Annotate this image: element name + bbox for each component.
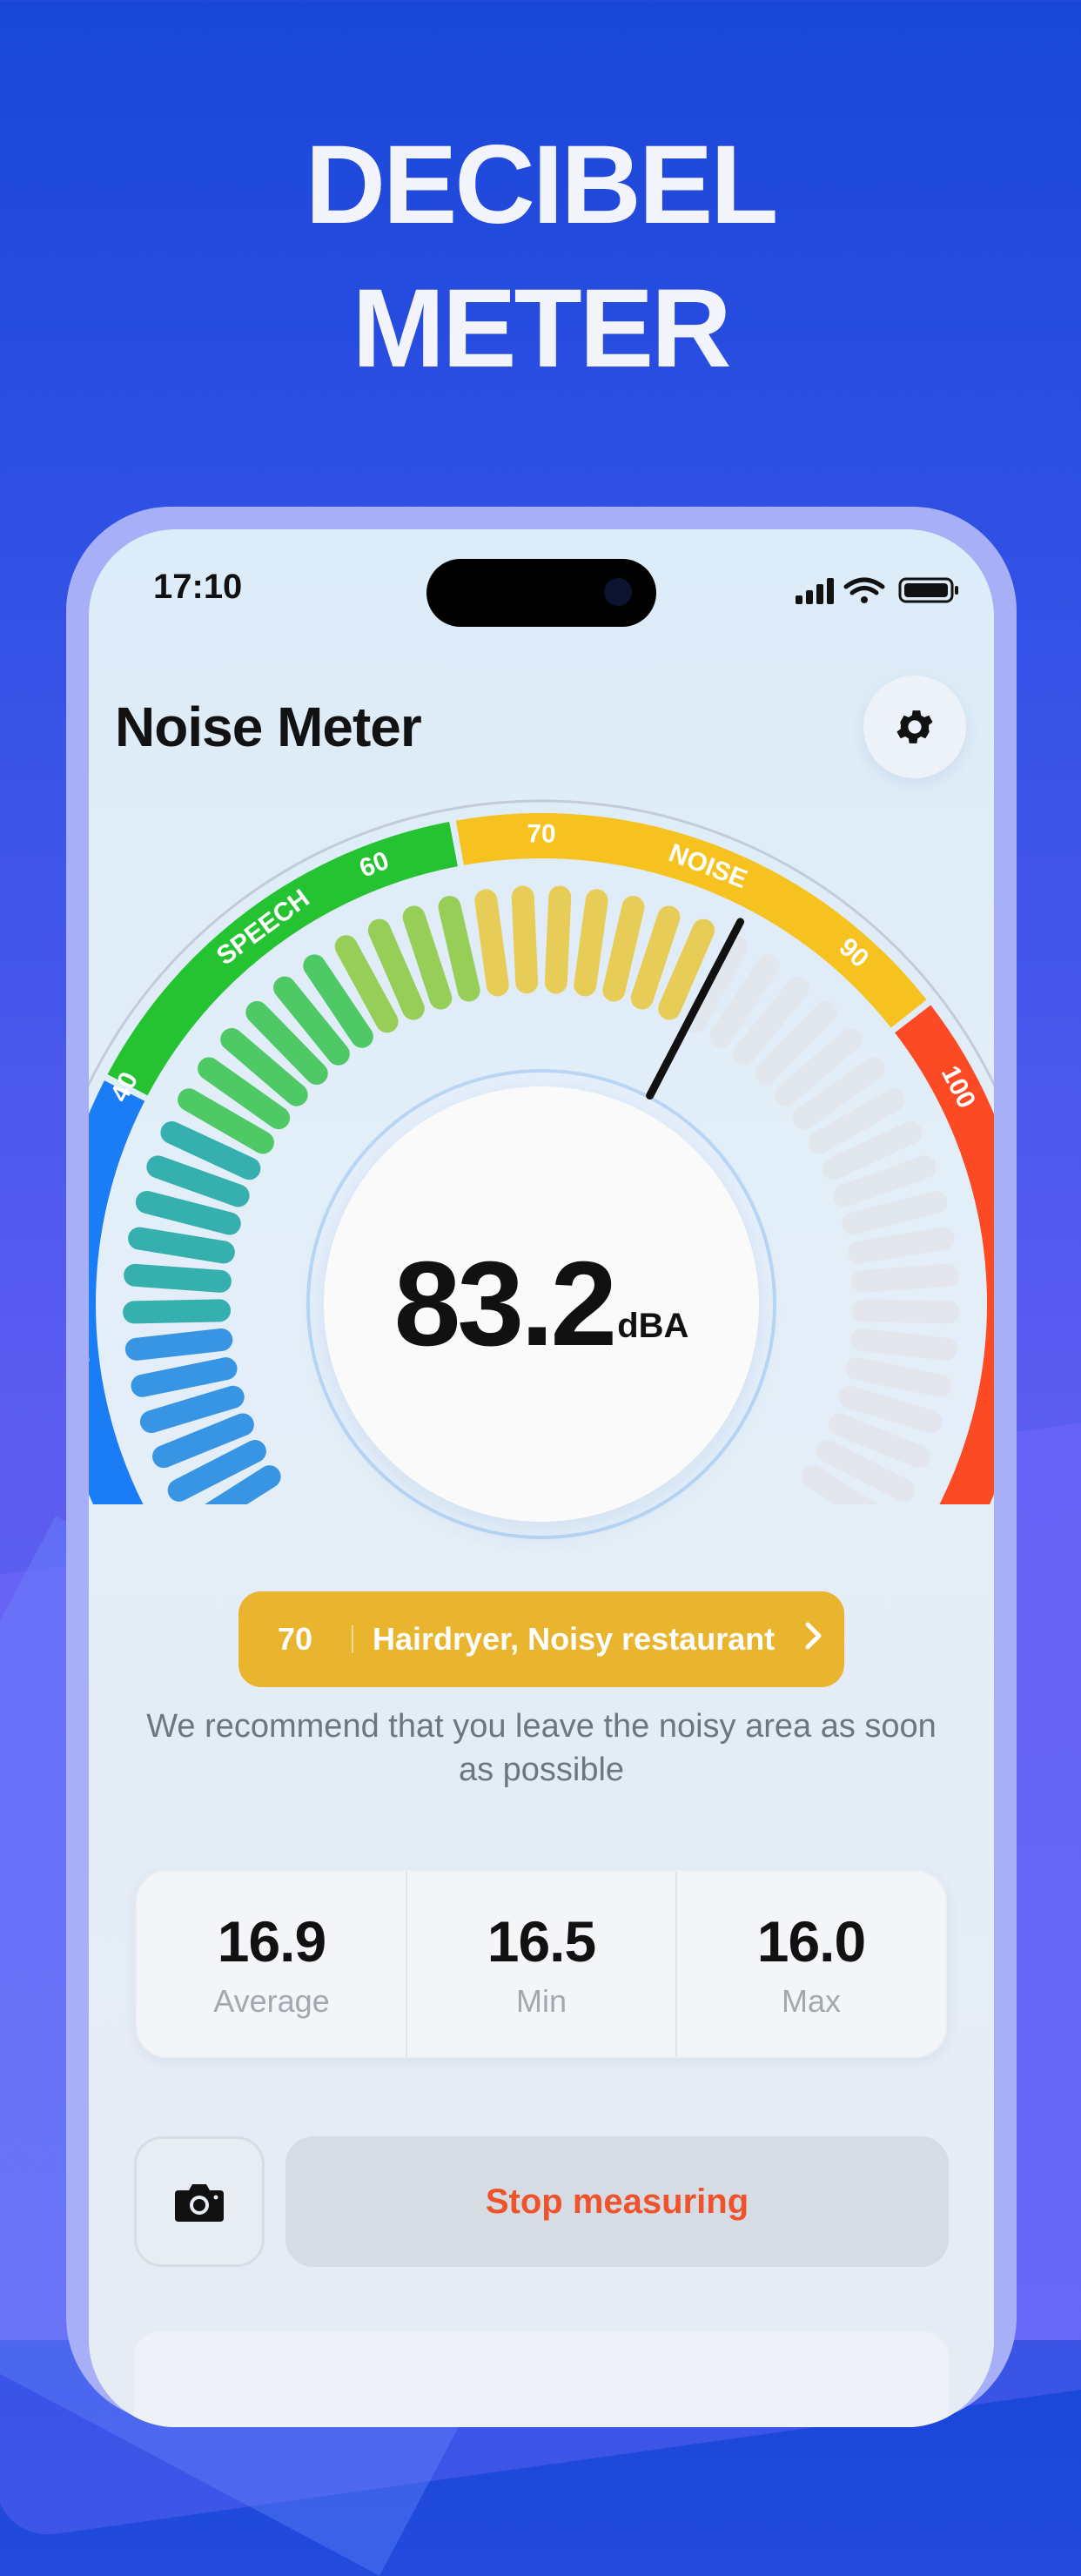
bottom-card [134, 2331, 949, 2427]
stat-min: 16.5 Min [406, 1872, 675, 2056]
settings-button[interactable] [863, 676, 966, 778]
stat-average: 16.9 Average [138, 1872, 406, 2056]
stat-label: Min [516, 1983, 567, 2020]
app-title: Noise Meter [115, 695, 421, 759]
pill-divider [352, 1625, 353, 1653]
stat-label: Max [782, 1983, 841, 2020]
camera-button[interactable] [134, 2136, 265, 2267]
reading-value: 83.2 [394, 1235, 614, 1374]
stats-card: 16.9 Average 16.5 Min 16.0 Max [136, 1870, 947, 2058]
status-icons [796, 576, 963, 604]
pill-description: Hairdryer, Noisy restaurant [373, 1621, 783, 1658]
stat-value: 16.9 [218, 1908, 326, 1974]
gauge-needle [650, 922, 741, 1096]
stat-label: Average [213, 1983, 329, 2020]
noise-level-pill[interactable]: 70 Hairdryer, Noisy restaurant [238, 1591, 844, 1687]
camera-icon [173, 2180, 225, 2223]
headline-line: METER [0, 257, 1081, 400]
headline-line: DECIBEL [0, 113, 1081, 257]
status-time: 17:10 [153, 568, 242, 607]
recommendation-text: We recommend that you leave the noisy ar… [141, 1705, 942, 1792]
stop-measuring-button[interactable]: Stop measuring [285, 2136, 949, 2267]
promo-headline: DECIBEL METER [0, 113, 1081, 400]
stat-value: 16.0 [757, 1908, 865, 1974]
chevron-right-icon [783, 1620, 844, 1659]
gear-icon [892, 704, 937, 750]
front-camera [604, 578, 632, 606]
pill-level-value: 70 [238, 1621, 352, 1658]
signal-icon [796, 578, 834, 604]
reading-unit: dBA [617, 1307, 688, 1346]
decibel-reading: 83.2 dBA [324, 1086, 759, 1522]
wifi-icon [846, 580, 883, 603]
phone-screen: 17:10 Noise Meter QUITESPEECHNOISEDANGER [89, 529, 994, 2427]
battery-icon [900, 579, 958, 602]
stat-max: 16.0 Max [675, 1872, 945, 2056]
stat-value: 16.5 [487, 1908, 595, 1974]
